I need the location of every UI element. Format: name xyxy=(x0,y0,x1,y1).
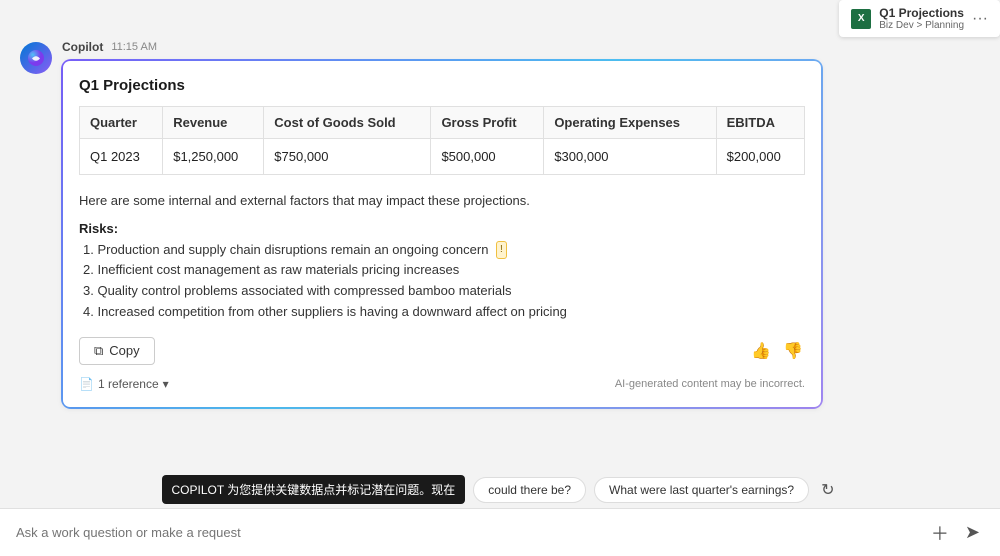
col-header-cogs: Cost of Goods Sold xyxy=(264,107,431,139)
top-bar-title: Q1 Projections xyxy=(879,6,964,20)
avatar xyxy=(20,42,52,74)
suggestion-chip-2[interactable]: What were last quarter's earnings? xyxy=(594,477,809,503)
input-area: ＋ ➤ xyxy=(0,508,1000,556)
col-header-ebitda: EBITDA xyxy=(716,107,804,139)
suggestion-chip-1[interactable]: could there be? xyxy=(473,477,586,503)
cell-quarter: Q1 2023 xyxy=(80,139,163,175)
sender-name: Copilot xyxy=(62,40,103,54)
suggestion-bar: COPILOT 为您提供关键数据点并标记潜在问题。现在 could there … xyxy=(0,475,1000,504)
message-row: Copilot 11:15 AM Q1 Projections Quarter … xyxy=(20,40,980,408)
reference-icon: 📄 xyxy=(79,377,94,391)
cell-gross-profit: $500,000 xyxy=(431,139,544,175)
more-options-button[interactable]: ··· xyxy=(972,10,988,28)
list-item: 1. Production and supply chain disruptio… xyxy=(79,240,805,261)
table-row: Q1 2023 $1,250,000 $750,000 $500,000 $30… xyxy=(80,139,805,175)
col-header-quarter: Quarter xyxy=(80,107,163,139)
reference-label: 1 reference xyxy=(98,377,159,391)
thumbs-down-button[interactable]: 👎 xyxy=(781,339,805,363)
copy-icon: ⧉ xyxy=(94,343,103,359)
ask-input[interactable] xyxy=(16,525,919,540)
send-button[interactable]: ➤ xyxy=(961,518,984,547)
copy-label: Copy xyxy=(109,343,139,358)
excel-icon: X xyxy=(851,9,871,29)
copilot-tag: COPILOT 为您提供关键数据点并标记潜在问题。现在 xyxy=(162,475,466,504)
thumbs-up-button[interactable]: 👍 xyxy=(749,339,773,363)
cell-cogs: $750,000 xyxy=(264,139,431,175)
message-meta: Copilot 11:15 AM xyxy=(62,40,980,54)
timestamp: 11:15 AM xyxy=(111,41,157,53)
add-button[interactable]: ＋ xyxy=(927,516,953,550)
refresh-button[interactable]: ↻ xyxy=(817,476,838,504)
col-header-revenue: Revenue xyxy=(163,107,264,139)
chat-area: Copilot 11:15 AM Q1 Projections Quarter … xyxy=(0,30,1000,466)
list-item: 3. Quality control problems associated w… xyxy=(79,281,805,302)
description-text: Here are some internal and external fact… xyxy=(79,191,805,211)
ai-disclaimer: AI-generated content may be incorrect. xyxy=(615,378,805,390)
cell-op-expenses: $300,000 xyxy=(544,139,716,175)
feedback-icons: 👍 👎 xyxy=(749,339,805,363)
risk-badge: ! xyxy=(496,241,507,259)
cell-revenue: $1,250,000 xyxy=(163,139,264,175)
message-content: Copilot 11:15 AM Q1 Projections Quarter … xyxy=(62,40,980,408)
list-item: 4. Increased competition from other supp… xyxy=(79,302,805,323)
cell-ebitda: $200,000 xyxy=(716,139,804,175)
response-card: Q1 Projections Quarter Revenue Cost of G… xyxy=(62,60,822,408)
projections-table: Quarter Revenue Cost of Goods Sold Gross… xyxy=(79,106,805,175)
card-footer: ⧉ Copy 👍 👎 xyxy=(79,337,805,365)
list-item: 2. Inefficient cost management as raw ma… xyxy=(79,260,805,281)
top-bar-info: Q1 Projections Biz Dev > Planning xyxy=(879,6,964,31)
col-header-gross-profit: Gross Profit xyxy=(431,107,544,139)
reference-row: 📄 1 reference ▾ AI-generated content may… xyxy=(79,373,805,391)
chevron-down-icon: ▾ xyxy=(163,377,169,391)
copy-button[interactable]: ⧉ Copy xyxy=(79,337,155,365)
reference-link[interactable]: 📄 1 reference ▾ xyxy=(79,377,169,391)
risks-label: Risks: xyxy=(79,221,805,236)
risks-list: 1. Production and supply chain disruptio… xyxy=(79,240,805,323)
col-header-op-expenses: Operating Expenses xyxy=(544,107,716,139)
card-title: Q1 Projections xyxy=(79,77,805,94)
